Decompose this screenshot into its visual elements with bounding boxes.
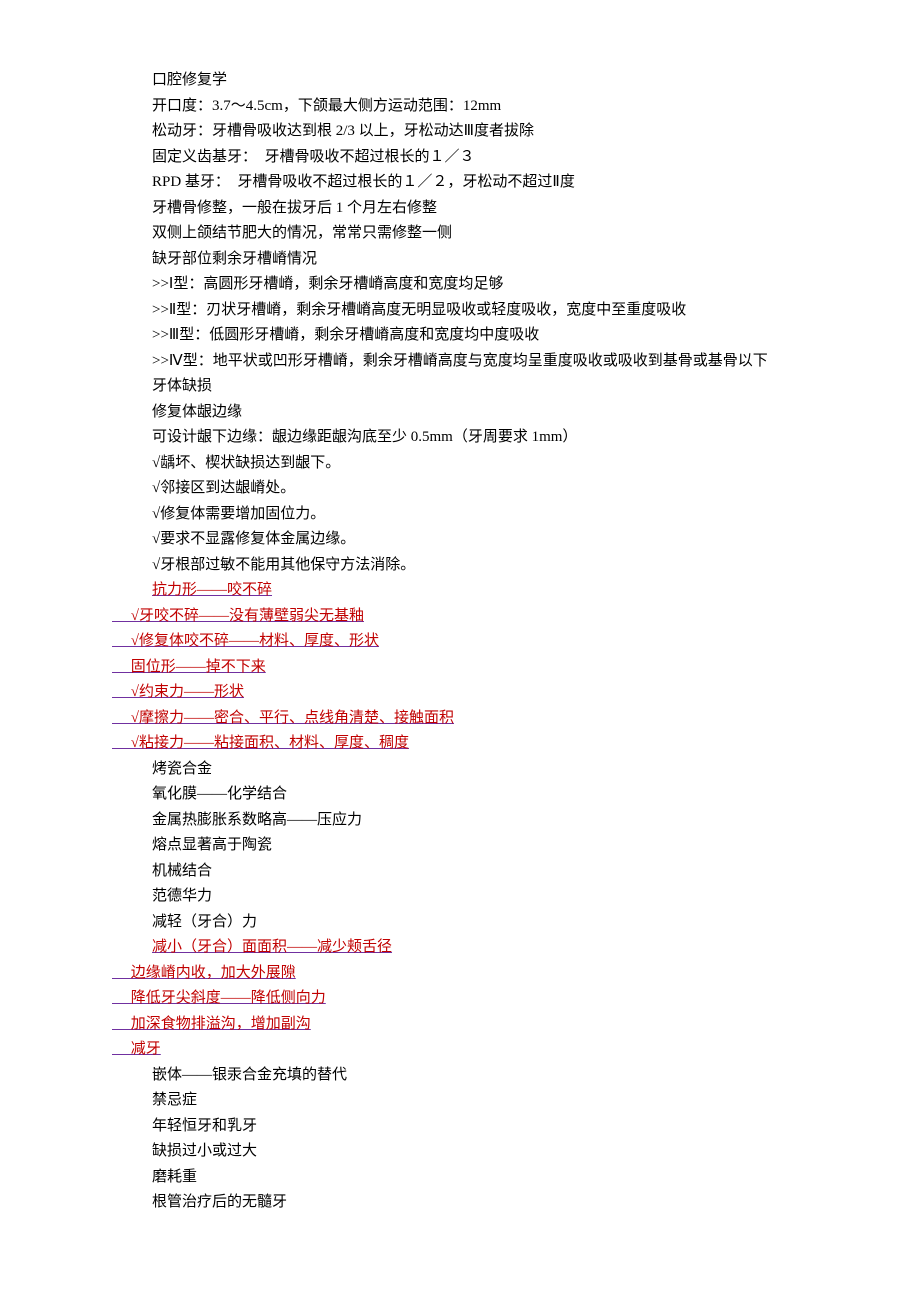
- link-text-line: √摩擦力——密合、平行、点线角清楚、接触面积: [0, 706, 920, 732]
- text-line: 可设计龈下边缘：龈边缘距龈沟底至少 0.5mm（牙周要求 1mm）: [0, 425, 920, 451]
- text-line: 缺损过小或过大: [0, 1139, 920, 1165]
- text-line: 牙槽骨修整，一般在拔牙后 1 个月左右修整: [0, 196, 920, 222]
- link-text-line: 加深食物排溢沟，增加副沟: [0, 1012, 920, 1038]
- text-line: 机械结合: [0, 859, 920, 885]
- text-line: RPD 基牙： 牙槽骨吸收不超过根长的１／２，牙松动不超过Ⅱ度: [0, 170, 920, 196]
- text-line: >>Ⅲ型：低圆形牙槽嵴，剩余牙槽嵴高度和宽度均中度吸收: [0, 323, 920, 349]
- text-line: 牙体缺损: [0, 374, 920, 400]
- link-text-line: 减小（牙合）面面积——减少颊舌径: [0, 935, 920, 961]
- text-line: √牙根部过敏不能用其他保守方法消除。: [0, 553, 920, 579]
- link-text-line: 固位形——掉不下来: [0, 655, 920, 681]
- text-line: 磨耗重: [0, 1165, 920, 1191]
- text-line: √龋坏、楔状缺损达到龈下。: [0, 451, 920, 477]
- link-text-line: 边缘嵴内收，加大外展隙: [0, 961, 920, 987]
- text-line: 范德华力: [0, 884, 920, 910]
- text-line: 减轻（牙合）力: [0, 910, 920, 936]
- link-text-line: √约束力——形状: [0, 680, 920, 706]
- text-line: >>Ⅳ型：地平状或凹形牙槽嵴，剩余牙槽嵴高度与宽度均呈重度吸收或吸收到基骨或基骨…: [0, 349, 920, 375]
- text-line: 年轻恒牙和乳牙: [0, 1114, 920, 1140]
- text-line: >>Ⅰ型：高圆形牙槽嵴，剩余牙槽嵴高度和宽度均足够: [0, 272, 920, 298]
- text-line: 嵌体——银汞合金充填的替代: [0, 1063, 920, 1089]
- text-line: 熔点显著高于陶瓷: [0, 833, 920, 859]
- text-line: 烤瓷合金: [0, 757, 920, 783]
- text-line: 氧化膜——化学结合: [0, 782, 920, 808]
- text-line: 固定义齿基牙： 牙槽骨吸收不超过根长的１／３: [0, 145, 920, 171]
- text-line: 松动牙：牙槽骨吸收达到根 2/3 以上，牙松动达Ⅲ度者拔除: [0, 119, 920, 145]
- text-line: 金属热膨胀系数略高——压应力: [0, 808, 920, 834]
- text-line: >>Ⅱ型：刃状牙槽嵴，剩余牙槽嵴高度无明显吸收或轻度吸收，宽度中至重度吸收: [0, 298, 920, 324]
- text-line: 根管治疗后的无髓牙: [0, 1190, 920, 1216]
- link-text-line: √修复体咬不碎——材料、厚度、形状: [0, 629, 920, 655]
- text-line: 口腔修复学: [0, 68, 920, 94]
- link-text-line: √牙咬不碎——没有薄壁弱尖无基釉: [0, 604, 920, 630]
- link-text-line: 降低牙尖斜度——降低侧向力: [0, 986, 920, 1012]
- link-text-line: 减牙: [0, 1037, 920, 1063]
- text-line: 双侧上颌结节肥大的情况，常常只需修整一侧: [0, 221, 920, 247]
- text-line: √邻接区到达龈嵴处。: [0, 476, 920, 502]
- text-line: √修复体需要增加固位力。: [0, 502, 920, 528]
- document-page: 口腔修复学开口度：3.7～4.5cm，下颌最大侧方运动范围：12mm松动牙：牙槽…: [0, 0, 920, 1302]
- text-line: 开口度：3.7～4.5cm，下颌最大侧方运动范围：12mm: [0, 94, 920, 120]
- text-line: 修复体龈边缘: [0, 400, 920, 426]
- link-text-line: √粘接力——粘接面积、材料、厚度、稠度: [0, 731, 920, 757]
- text-line: √要求不显露修复体金属边缘。: [0, 527, 920, 553]
- text-line: 禁忌症: [0, 1088, 920, 1114]
- link-text-line: 抗力形——咬不碎: [0, 578, 920, 604]
- text-line: 缺牙部位剩余牙槽嵴情况: [0, 247, 920, 273]
